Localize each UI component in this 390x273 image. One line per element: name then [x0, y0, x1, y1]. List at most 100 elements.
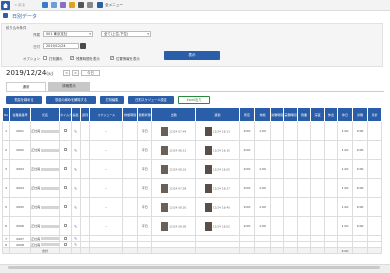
clipboard-icon[interactable] [60, 2, 66, 8]
search-icon[interactable] [78, 2, 84, 8]
photo-thumbnail-icon[interactable] [161, 221, 169, 231]
timecard-icon[interactable] [63, 167, 67, 170]
cell-clock-in[interactable]: 12/24 07:44 [151, 121, 197, 141]
cell-edit[interactable]: ✎ [70, 121, 81, 141]
location-checkbox[interactable] [110, 55, 114, 60]
col-header[interactable]: 出勤 [151, 107, 197, 122]
col-header[interactable]: 遅刻 [79, 107, 91, 122]
show-button[interactable]: 表示 [164, 51, 220, 60]
timecard-icon[interactable] [63, 148, 67, 151]
col-header[interactable]: タイムカード [59, 107, 72, 122]
menu-icon[interactable] [97, 2, 103, 8]
cell-clock-in[interactable]: 12/24 08:12 [151, 140, 197, 160]
table-row[interactable]: 3 0003 正社員 ✎ -- 平日 12/24 08:01 12/24 18:05 9:… [1, 159, 382, 179]
col-header[interactable]: 休憩 [254, 107, 271, 122]
close-attendance-button[interactable]: 勤怠を締める [6, 96, 42, 104]
edit-icon[interactable]: ✎ [74, 129, 77, 134]
col-header[interactable]: 従業員番号 [9, 107, 32, 122]
col-header[interactable]: No [1, 107, 11, 122]
edit-icon[interactable]: ✎ [74, 243, 77, 247]
grid-icon[interactable] [51, 2, 57, 8]
photo-thumbnail-icon[interactable] [204, 164, 212, 174]
unclose-attendance-button[interactable]: 勤怠の締めを解除する [46, 96, 96, 104]
col-header[interactable]: 深夜 [310, 107, 325, 122]
edit-punch-button[interactable]: 打刻編集 [100, 96, 124, 104]
cell-clock-out[interactable]: 12/24 18:13 [195, 121, 240, 141]
home-icon[interactable] [1, 1, 10, 10]
photo-thumbnail-icon[interactable] [204, 221, 212, 231]
table-row[interactable]: 1 0001 正社員 ✎ -- 平日 12/24 07:44 12/24 18:13 9:… [1, 121, 382, 141]
photo-thumbnail-icon[interactable] [204, 183, 212, 193]
col-header[interactable]: スケジュール [89, 107, 124, 122]
table-row[interactable]: 4 0004 正社員 ✎ -- 平日 12/24 07:58 12/24 18:27 9:… [1, 178, 382, 198]
cell-timecard[interactable] [59, 197, 72, 217]
cell-clock-in[interactable]: 12/24 08:20 [151, 197, 197, 217]
table-row[interactable]: 5 0005 正社員 ✎ -- 平日 12/24 08:20 12/24 18:40 9:… [1, 197, 382, 217]
photo-thumbnail-icon[interactable] [161, 126, 169, 136]
overtime-checkbox[interactable] [70, 55, 74, 60]
cell-name[interactable]: 正社員 [30, 121, 61, 141]
photo-thumbnail-icon[interactable] [204, 126, 212, 136]
col-header[interactable]: 労働時間 [269, 107, 285, 122]
cell-timecard[interactable] [59, 121, 72, 141]
cell-clock-out[interactable]: 12/24 18:27 [195, 178, 240, 198]
cell-timecard[interactable] [59, 159, 72, 179]
next-day-button[interactable]: > [72, 70, 79, 76]
scrollbar-thumb[interactable] [8, 266, 380, 269]
cell-edit[interactable]: ✎ [70, 197, 81, 217]
col-header[interactable]: 残業 [296, 107, 312, 122]
timecard-icon[interactable] [63, 236, 67, 240]
cell-clock-in[interactable]: 12/24 08:05 [151, 216, 197, 236]
cell-edit[interactable]: ✎ [70, 140, 81, 160]
gear-icon[interactable] [87, 2, 93, 8]
document-icon[interactable] [69, 2, 75, 8]
table-row[interactable]: 2 0002 正社員 ✎ -- 平日 12/24 08:12 12/24 18:35 9:… [1, 140, 382, 160]
tab-normal[interactable]: 通常 [6, 82, 46, 91]
cell-edit[interactable]: ✎ [70, 178, 81, 198]
cell-timecard[interactable] [59, 216, 72, 236]
cell-edit[interactable]: ✎ [70, 216, 81, 236]
timecard-icon[interactable] [63, 242, 67, 246]
col-header[interactable]: 休憩時間 [122, 107, 138, 122]
cell-clock-out[interactable]: 12/24 18:05 [195, 159, 240, 179]
timecard-icon[interactable] [63, 186, 67, 189]
cell-name[interactable]: 正社員 [30, 216, 61, 236]
photo-thumbnail-icon[interactable] [204, 202, 212, 212]
photo-thumbnail-icon[interactable] [161, 183, 169, 193]
today-button[interactable]: 今日 [81, 70, 100, 76]
col-header[interactable]: 所定 [238, 107, 256, 122]
cell-clock-in[interactable]: 12/24 07:58 [151, 178, 197, 198]
excel-export-button[interactable]: Excel出力 [178, 96, 210, 104]
col-header[interactable]: 実働時間 [283, 107, 298, 122]
prev-day-button[interactable]: < [63, 70, 70, 76]
cell-timecard[interactable] [59, 178, 72, 198]
edit-icon[interactable]: ✎ [74, 186, 77, 191]
col-header[interactable]: 月計 [367, 107, 382, 122]
timecard-icon[interactable] [63, 224, 67, 227]
edit-icon[interactable]: ✎ [74, 148, 77, 153]
cell-name[interactable]: 正社員 [30, 197, 61, 217]
col-header[interactable]: 休日 [337, 107, 353, 122]
cell-name[interactable]: 正社員 [30, 178, 61, 198]
col-header[interactable]: 勤務状態 [136, 107, 153, 122]
col-header[interactable]: 退勤 [195, 107, 240, 122]
calendar-picker-icon[interactable] [80, 43, 86, 49]
col-header[interactable]: 労働 [351, 107, 369, 122]
cell-timecard[interactable] [59, 140, 72, 160]
date-input[interactable]: 2019/12/24 [43, 43, 79, 49]
photo-thumbnail-icon[interactable] [161, 202, 169, 212]
cell-clock-out[interactable]: 12/24 18:02 [195, 216, 240, 236]
all-menu-button[interactable]: 全メニュー [105, 3, 123, 8]
col-header[interactable]: 編集 [70, 107, 81, 122]
cell-name[interactable]: 正社員 [30, 159, 61, 179]
cell-clock-out[interactable]: 12/24 18:40 [195, 197, 240, 217]
cell-clock-out[interactable]: 12/24 18:35 [195, 140, 240, 160]
cell-name[interactable]: 正社員 [30, 140, 61, 160]
timecard-icon[interactable] [63, 205, 67, 208]
edit-icon[interactable]: ✎ [74, 224, 77, 229]
edit-icon[interactable]: ✎ [74, 167, 77, 172]
calendar-icon[interactable] [42, 2, 48, 8]
missing-punch-checkbox[interactable] [43, 56, 47, 60]
org-scope-select[interactable]: 全て(上位,下位) [101, 31, 151, 37]
photo-thumbnail-icon[interactable] [161, 164, 169, 174]
